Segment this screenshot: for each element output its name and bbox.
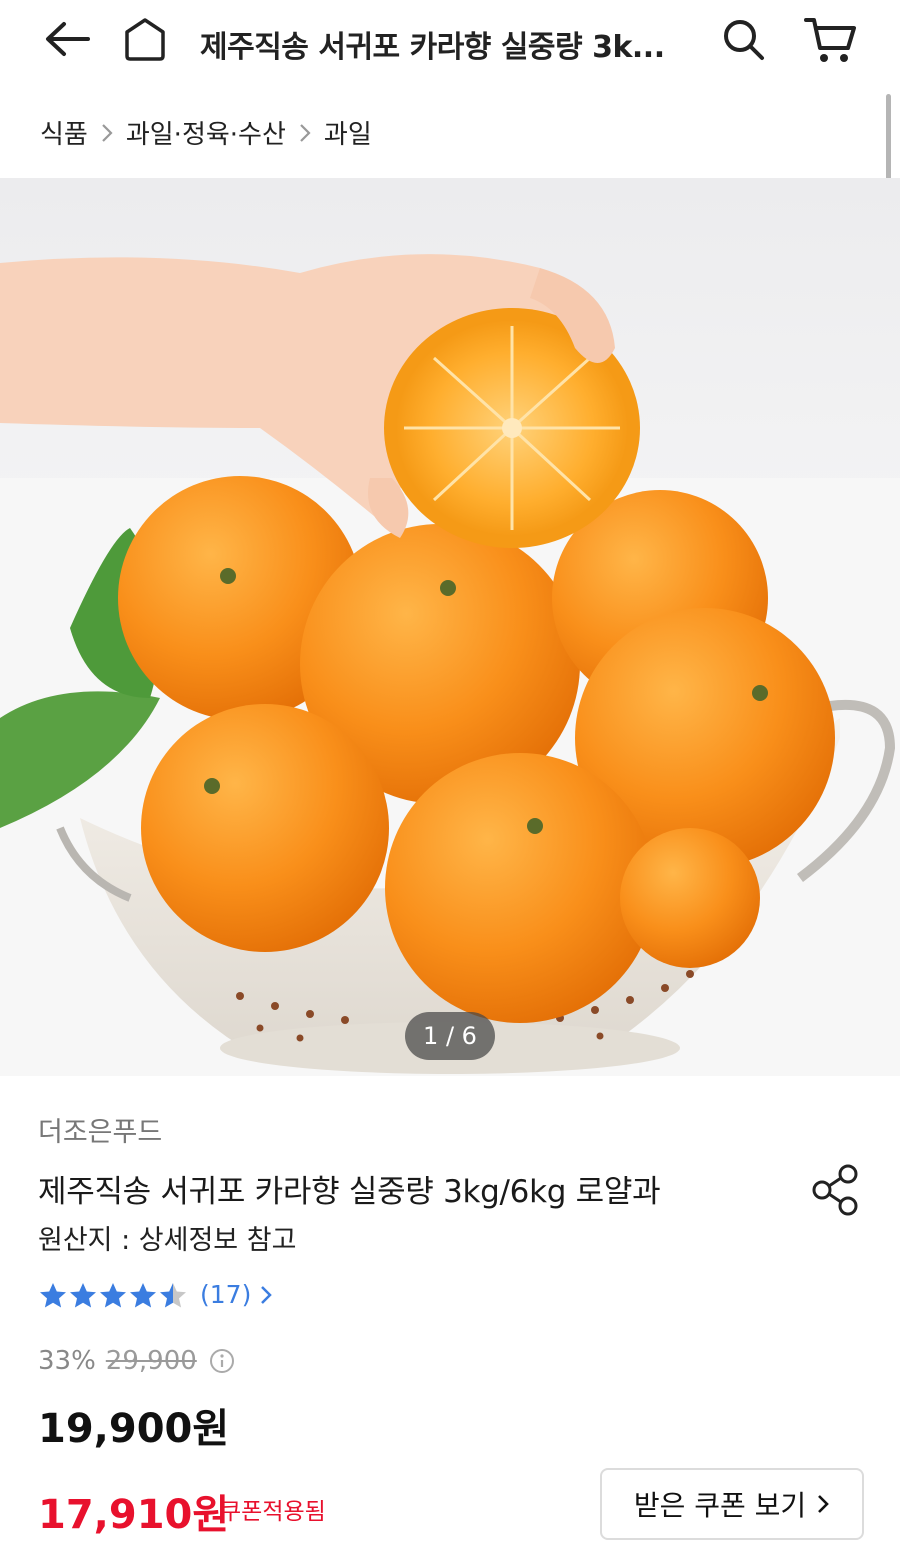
star-full-icon bbox=[100, 1282, 126, 1307]
breadcrumb-item-food[interactable]: 식품 bbox=[40, 114, 88, 151]
star-full-icon bbox=[70, 1282, 96, 1307]
discount-row: 33% 29,900 bbox=[38, 1346, 235, 1376]
back-arrow-icon[interactable] bbox=[40, 14, 96, 64]
breadcrumb-item-fruit-meat-seafood[interactable]: 과일·정육·수산 bbox=[126, 114, 286, 151]
scrollbar[interactable] bbox=[886, 94, 891, 180]
star-full-icon bbox=[130, 1282, 156, 1307]
chevron-right-icon bbox=[102, 123, 113, 142]
star-half-icon bbox=[160, 1282, 186, 1307]
view-coupons-button[interactable]: 받은 쿠폰 보기 bbox=[600, 1468, 864, 1540]
image-pager: 1 / 6 bbox=[405, 1012, 495, 1060]
star-full-icon bbox=[40, 1282, 66, 1307]
breadcrumb: 식품 과일·정육·수산 과일 bbox=[0, 86, 900, 178]
product-image[interactable] bbox=[0, 178, 900, 1076]
rating-summary[interactable]: (17) bbox=[38, 1280, 273, 1309]
search-icon[interactable] bbox=[718, 14, 770, 66]
origin-info: 원산지 : 상세정보 참고 bbox=[38, 1225, 297, 1256]
top-navigation-bar: 제주직송 서귀포 카라향 실중량 3k... bbox=[0, 0, 900, 86]
breadcrumb-item-fruit[interactable]: 과일 bbox=[324, 114, 372, 151]
info-icon[interactable] bbox=[209, 1348, 235, 1374]
coupon-price: 17,910원 bbox=[38, 1492, 230, 1538]
seller-name[interactable]: 더조은푸드 bbox=[38, 1110, 162, 1149]
chevron-right-icon bbox=[818, 1495, 830, 1513]
discount-rate: 33% bbox=[38, 1346, 96, 1376]
chevron-right-icon[interactable] bbox=[259, 1284, 273, 1306]
cart-icon[interactable] bbox=[800, 12, 860, 68]
sale-price: 19,900원 bbox=[38, 1406, 230, 1452]
share-icon[interactable] bbox=[808, 1160, 864, 1220]
coupon-applied-label: 쿠폰적용됨 bbox=[220, 1499, 326, 1525]
review-count[interactable]: (17) bbox=[200, 1280, 251, 1309]
page-title: 제주직송 서귀포 카라향 실중량 3k... bbox=[200, 30, 665, 65]
product-photo bbox=[0, 178, 900, 1076]
chevron-right-icon bbox=[300, 123, 311, 142]
original-price: 29,900 bbox=[105, 1346, 197, 1376]
view-coupons-label: 받은 쿠폰 보기 bbox=[633, 1489, 807, 1522]
home-icon[interactable] bbox=[118, 12, 172, 66]
product-title: 제주직송 서귀포 카라향 실중량 3kg/6kg 로얄과 bbox=[38, 1174, 661, 1210]
